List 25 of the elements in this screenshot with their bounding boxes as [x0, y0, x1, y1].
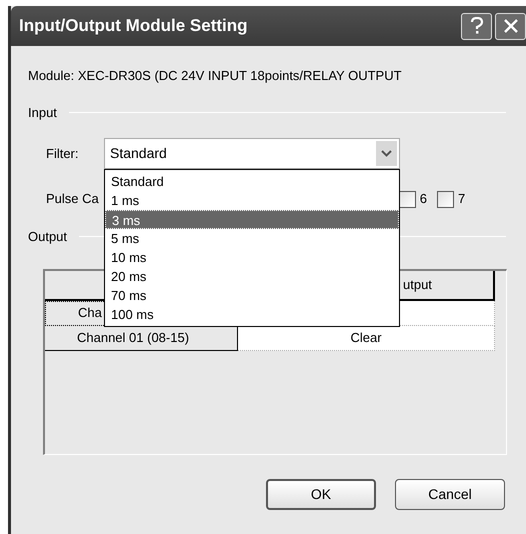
filter-dropdown[interactable]: Standard: [104, 138, 400, 169]
dialog-button[interactable]: OK: [266, 478, 376, 510]
chevron-down-icon: [381, 150, 392, 157]
dropdown-arrow-button[interactable]: [376, 141, 397, 166]
close-button[interactable]: [495, 12, 526, 40]
help-icon: [470, 17, 484, 35]
close-icon: [502, 18, 518, 34]
group-label: Input: [28, 104, 57, 122]
filter-label: Filter:: [46, 144, 80, 163]
window-title: Input/Output Module Setting: [19, 15, 249, 38]
channel-checkbox[interactable]: [436, 190, 454, 208]
dropdown-option[interactable]: 3 ms: [105, 210, 399, 229]
dropdown-option[interactable]: 5 ms: [105, 229, 399, 248]
dropdown-option[interactable]: 10 ms: [105, 248, 399, 267]
help-button[interactable]: [461, 12, 492, 40]
table-cell: Channel 01 (08-15): [45, 326, 238, 350]
dropdown-option[interactable]: 1 ms: [105, 191, 399, 210]
checkbox-label: 7: [458, 190, 466, 208]
dropdown-option[interactable]: Standard: [105, 172, 399, 191]
pulse-label: Pulse Ca: [46, 190, 99, 208]
group-label: Output: [28, 228, 68, 246]
table-cell: Clear: [238, 326, 495, 350]
checkbox-label: 6: [420, 190, 427, 208]
module-text: Module: XEC-DR30S (DC 24V INPUT 18points/RELAY OUTPUT: [28, 67, 403, 85]
dialog-button[interactable]: Cancel: [395, 478, 505, 510]
